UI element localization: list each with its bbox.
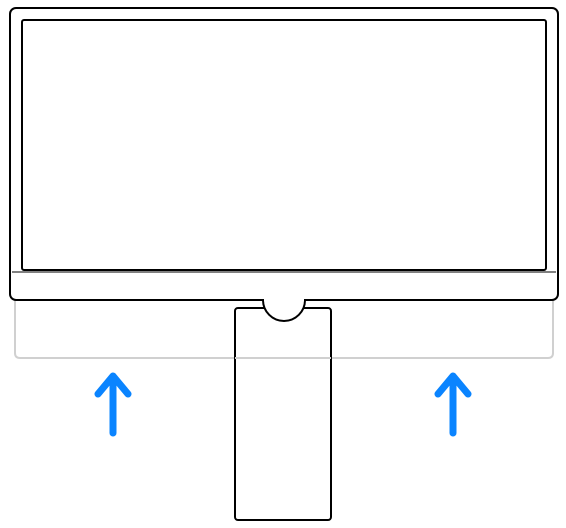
up-arrow-left [98,376,128,433]
height-adjust-diagram [0,0,566,528]
monitor [10,8,558,321]
stand [235,308,331,520]
up-arrow-right [438,376,468,433]
